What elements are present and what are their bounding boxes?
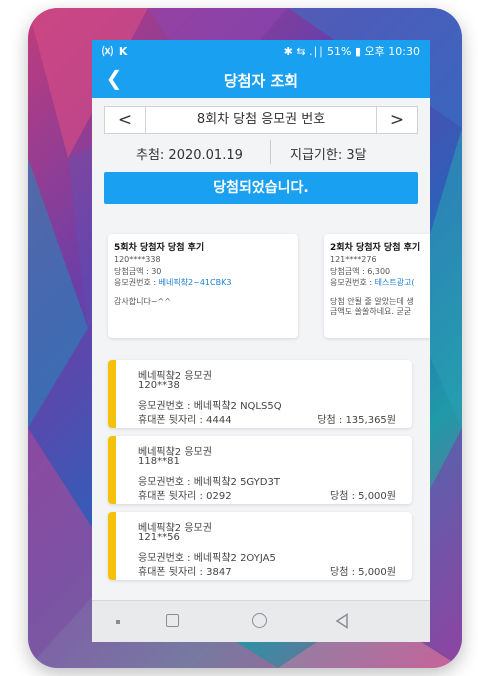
winner-accent-bar <box>108 360 116 428</box>
winner-ticket: 응모권번호 : 베네픽챸2 2OYJA5 <box>138 553 276 564</box>
home-circle-icon[interactable] <box>252 613 267 628</box>
review-comment: 감사합니다~^^ <box>114 297 171 306</box>
review-amount: 당첨금액 : 6,300 <box>330 267 391 276</box>
phone-screen: ⒳ K ✱ ⇆ .∣∣ 51% ▮ 오후 10:30 ❮ 당첨자 조회 < 8회… <box>92 40 430 642</box>
winner-prize: 당첨 : 5,000원 <box>330 491 396 502</box>
page-title: 당첨자 조회 <box>223 72 299 90</box>
winner-id: 121**56 <box>138 532 180 543</box>
review-ticket: 응모권번호 : 베네픽챸2~41CBK3 <box>114 277 231 288</box>
square-icon[interactable] <box>166 614 179 627</box>
win-banner-button[interactable]: 당첨되었습니다. <box>104 172 418 204</box>
review-id: 120****338 <box>114 255 161 264</box>
winner-ticket: 응모권번호 : 베네픽챸2 NQLS5Q <box>138 401 282 412</box>
review-ticket-label: 응모권번호 : <box>114 278 159 287</box>
winner-phone: 휴대폰 뒷자리 : 0292 <box>138 491 232 502</box>
winner-list-item[interactable]: 베네픽챸2 응모권 118**81 응모권번호 : 베네픽챸2 5GYD3T 휴… <box>108 436 412 504</box>
winner-list-item[interactable]: 베네픽챸2 응모권 121**56 응모권번호 : 베네픽챸2 2OYJA5 휴… <box>108 512 412 580</box>
winner-phone: 휴대폰 뒷자리 : 4444 <box>138 415 232 426</box>
winner-accent-bar <box>108 512 116 580</box>
review-title: 5회차 당첨자 당첨 후기 <box>114 243 205 253</box>
winner-prize: 당첨 : 135,365원 <box>317 415 396 426</box>
back-triangle-icon[interactable] <box>335 613 349 629</box>
prev-round-button[interactable]: < <box>105 107 146 133</box>
review-id: 121****276 <box>330 255 377 264</box>
review-ticket: 응모권번호 : 테스트광고( <box>330 277 415 288</box>
status-right-text: ✱ ⇆ .∣∣ 51% ▮ 오후 10:30 <box>283 45 420 58</box>
winner-phone: 휴대폰 뒷자리 : 3847 <box>138 567 232 578</box>
review-amount: 당첨금액 : 30 <box>114 267 162 276</box>
draw-info: 추첨: 2020.01.19 지급기한: 3달 <box>92 140 430 166</box>
winner-accent-bar <box>108 436 116 504</box>
review-card[interactable]: 5회차 당첨자 당첨 후기 120****338 당첨금액 : 30 응모권번호… <box>108 234 298 338</box>
review-ticket-value: 베네픽챸2~41CBK3 <box>158 278 232 287</box>
round-selector: < 8회차 당첨 응모권 번호 > <box>104 106 418 134</box>
round-label: 8회차 당첨 응모권 번호 <box>196 112 326 127</box>
recent-dot-icon[interactable] <box>116 620 120 624</box>
status-bar: ⒳ K ✱ ⇆ .∣∣ 51% ▮ 오후 10:30 <box>92 40 430 60</box>
next-round-button[interactable]: > <box>376 107 417 133</box>
draw-date: 추첨: 2020.01.19 <box>136 148 243 163</box>
review-ticket-label: 응모권번호 : <box>330 278 375 287</box>
review-comment-line2: 금액도 쏠쏠하네요. 굳굳 <box>330 307 412 316</box>
review-card[interactable]: 2회차 당첨자 당첨 후기 121****276 당첨금액 : 6,300 응모… <box>324 234 430 338</box>
status-left-icons: ⒳ K <box>102 45 129 58</box>
winner-prize: 당첨 : 5,000원 <box>330 567 396 578</box>
info-divider <box>270 140 271 164</box>
app-bar: ❮ 당첨자 조회 <box>92 60 430 98</box>
winner-id: 120**38 <box>138 380 180 391</box>
review-title: 2회차 당첨자 당첨 후기 <box>330 243 421 253</box>
review-ticket-value: 테스트광고( <box>374 278 415 287</box>
payment-deadline: 지급기한: 3달 <box>290 148 367 163</box>
android-nav-bar <box>92 600 430 642</box>
winner-id: 118**81 <box>138 456 180 467</box>
winner-ticket: 응모권번호 : 베네픽챸2 5GYD3T <box>138 477 280 488</box>
winner-list-item[interactable]: 베네픽챸2 응모권 120**38 응모권번호 : 베네픽챸2 NQLS5Q 휴… <box>108 360 412 428</box>
